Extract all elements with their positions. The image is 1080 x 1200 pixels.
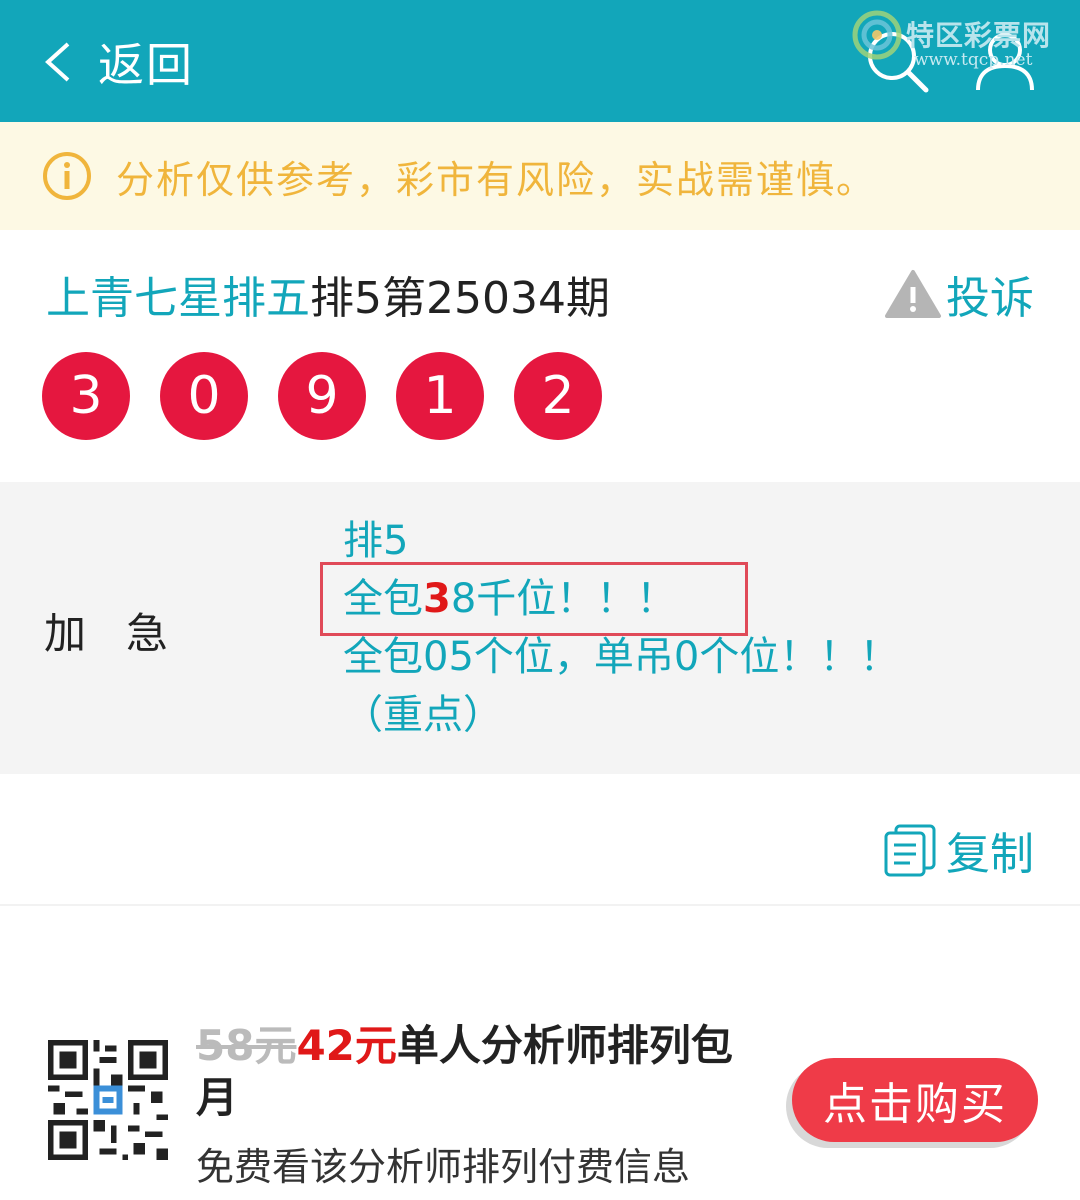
copy-button[interactable]: 复制	[882, 818, 1034, 882]
watermark: 特区彩票网 www.tqcp.net	[852, 8, 1072, 78]
prediction-line-4: （重点）	[343, 692, 503, 738]
prediction-line-2: 全包38千位！！！	[343, 570, 1043, 628]
analyst-name[interactable]: 上青七星排五	[46, 273, 310, 324]
qr-code-icon	[48, 1040, 168, 1160]
complain-button[interactable]: 投诉	[884, 262, 1034, 326]
urgent-tag: 加急	[44, 609, 209, 658]
post-title: 上青七星排五排5第25034期	[46, 262, 610, 326]
old-price: 58元	[196, 1021, 297, 1070]
number-ball: 1	[396, 352, 484, 440]
prediction-text: 排5 全包38千位！！！ 全包05个位，单吊0个位！！！ （重点）	[343, 512, 1043, 744]
watermark-title: 特区彩票网	[906, 19, 1052, 52]
buy-button[interactable]: 点击购买	[792, 1058, 1038, 1142]
back-chevron-icon	[45, 42, 70, 82]
new-price: 42元	[296, 1021, 397, 1070]
watermark-logo-icon	[852, 10, 902, 60]
complain-label: 投诉	[946, 273, 1034, 324]
prediction-line-1: 排5	[343, 518, 409, 564]
info-icon	[43, 152, 91, 200]
issue-label: 排5第25034期	[310, 273, 610, 324]
copy-icon	[884, 824, 936, 877]
line2-suffix: 8千位！！！	[450, 576, 677, 622]
highlight-digit: 3	[423, 576, 451, 622]
prediction-line-3: 全包05个位，单吊0个位！！！	[343, 634, 900, 680]
promo-title: 58元42元单人分析师排列包月	[196, 1020, 766, 1124]
number-ball: 0	[160, 352, 248, 440]
top-bar: 返回 特区彩票网 www.tqcp.net	[0, 0, 1080, 122]
back-label: 返回	[98, 38, 194, 92]
risk-notice: 分析仅供参考，彩市有风险，实战需谨慎。	[0, 122, 1080, 230]
copy-label: 复制	[946, 829, 1034, 880]
back-button[interactable]: 返回	[40, 30, 194, 94]
notice-text: 分析仅供参考，彩市有风险，实战需谨慎。	[116, 157, 877, 202]
promo-subtitle: 免费看该分析师排列付费信息	[196, 1145, 691, 1189]
result-numbers: 3 0 9 1 2	[42, 352, 632, 440]
warning-icon	[885, 270, 941, 318]
line2-prefix: 全包	[343, 576, 423, 622]
watermark-url: www.tqcp.net	[914, 50, 1033, 70]
number-ball: 2	[514, 352, 602, 440]
prediction-panel: 加急 排5 全包38千位！！！ 全包05个位，单吊0个位！！！ （重点）	[0, 482, 1080, 774]
divider	[0, 904, 1080, 906]
number-ball: 9	[278, 352, 366, 440]
number-ball: 3	[42, 352, 130, 440]
